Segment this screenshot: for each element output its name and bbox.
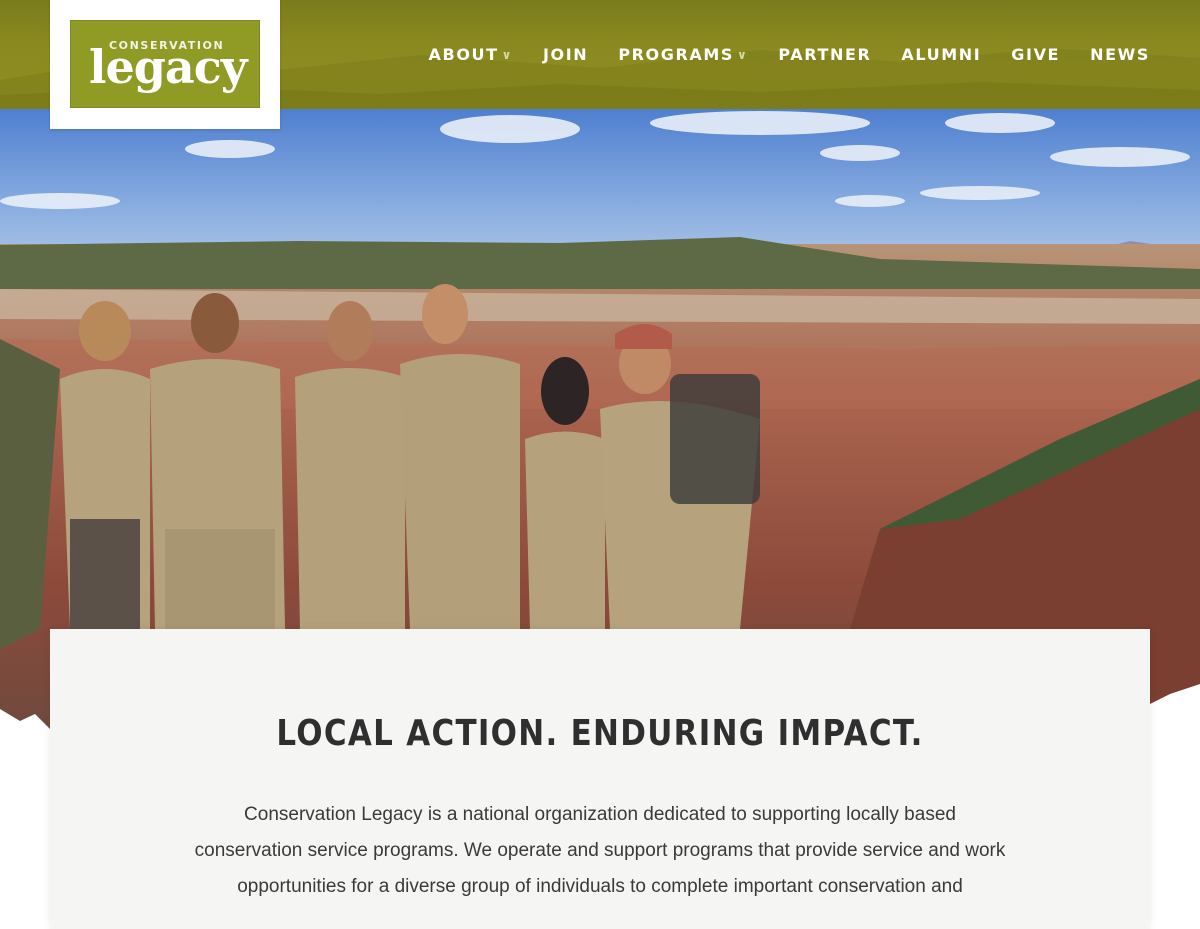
nav-label: ABOUT [428, 45, 499, 64]
page-headline: LOCAL ACTION. ENDURING IMPACT. [276, 713, 924, 755]
nav-label: ALUMNI [901, 45, 982, 64]
logo: CONSERVATION legacy [70, 20, 260, 108]
nav-item-programs[interactable]: PROGRAMS ∨ [618, 44, 748, 66]
intro-line: Conservation Legacy is a national organi… [244, 804, 956, 825]
nav-item-about[interactable]: ABOUT ∨ [429, 44, 513, 66]
nav-label: PARTNER [778, 45, 872, 64]
intro-line: conservation service programs. We operat… [194, 840, 1006, 861]
intro-paragraph: Conservation Legacy is a national organi… [160, 797, 1040, 905]
nav-item-give[interactable]: GIVE [1011, 44, 1060, 66]
intro-card: LOCAL ACTION. ENDURING IMPACT. Conservat… [50, 629, 1150, 929]
logo-main-text: legacy [89, 40, 247, 94]
logo-link[interactable]: CONSERVATION legacy [50, 0, 280, 129]
chevron-down-icon: ∨ [501, 48, 513, 62]
nav-label: GIVE [1011, 45, 1061, 64]
main-nav: ABOUT ∨ JOIN PROGRAMS ∨ PARTNER ALUMNI G… [429, 44, 1150, 66]
nav-label: PROGRAMS [618, 45, 735, 64]
nav-label: NEWS [1090, 45, 1150, 64]
nav-item-news[interactable]: NEWS [1090, 44, 1150, 66]
nav-item-alumni[interactable]: ALUMNI [901, 44, 981, 66]
nav-item-join[interactable]: JOIN [543, 44, 588, 66]
nav-item-partner[interactable]: PARTNER [778, 44, 871, 66]
chevron-down-icon: ∨ [737, 48, 749, 62]
nav-label: JOIN [543, 45, 589, 64]
